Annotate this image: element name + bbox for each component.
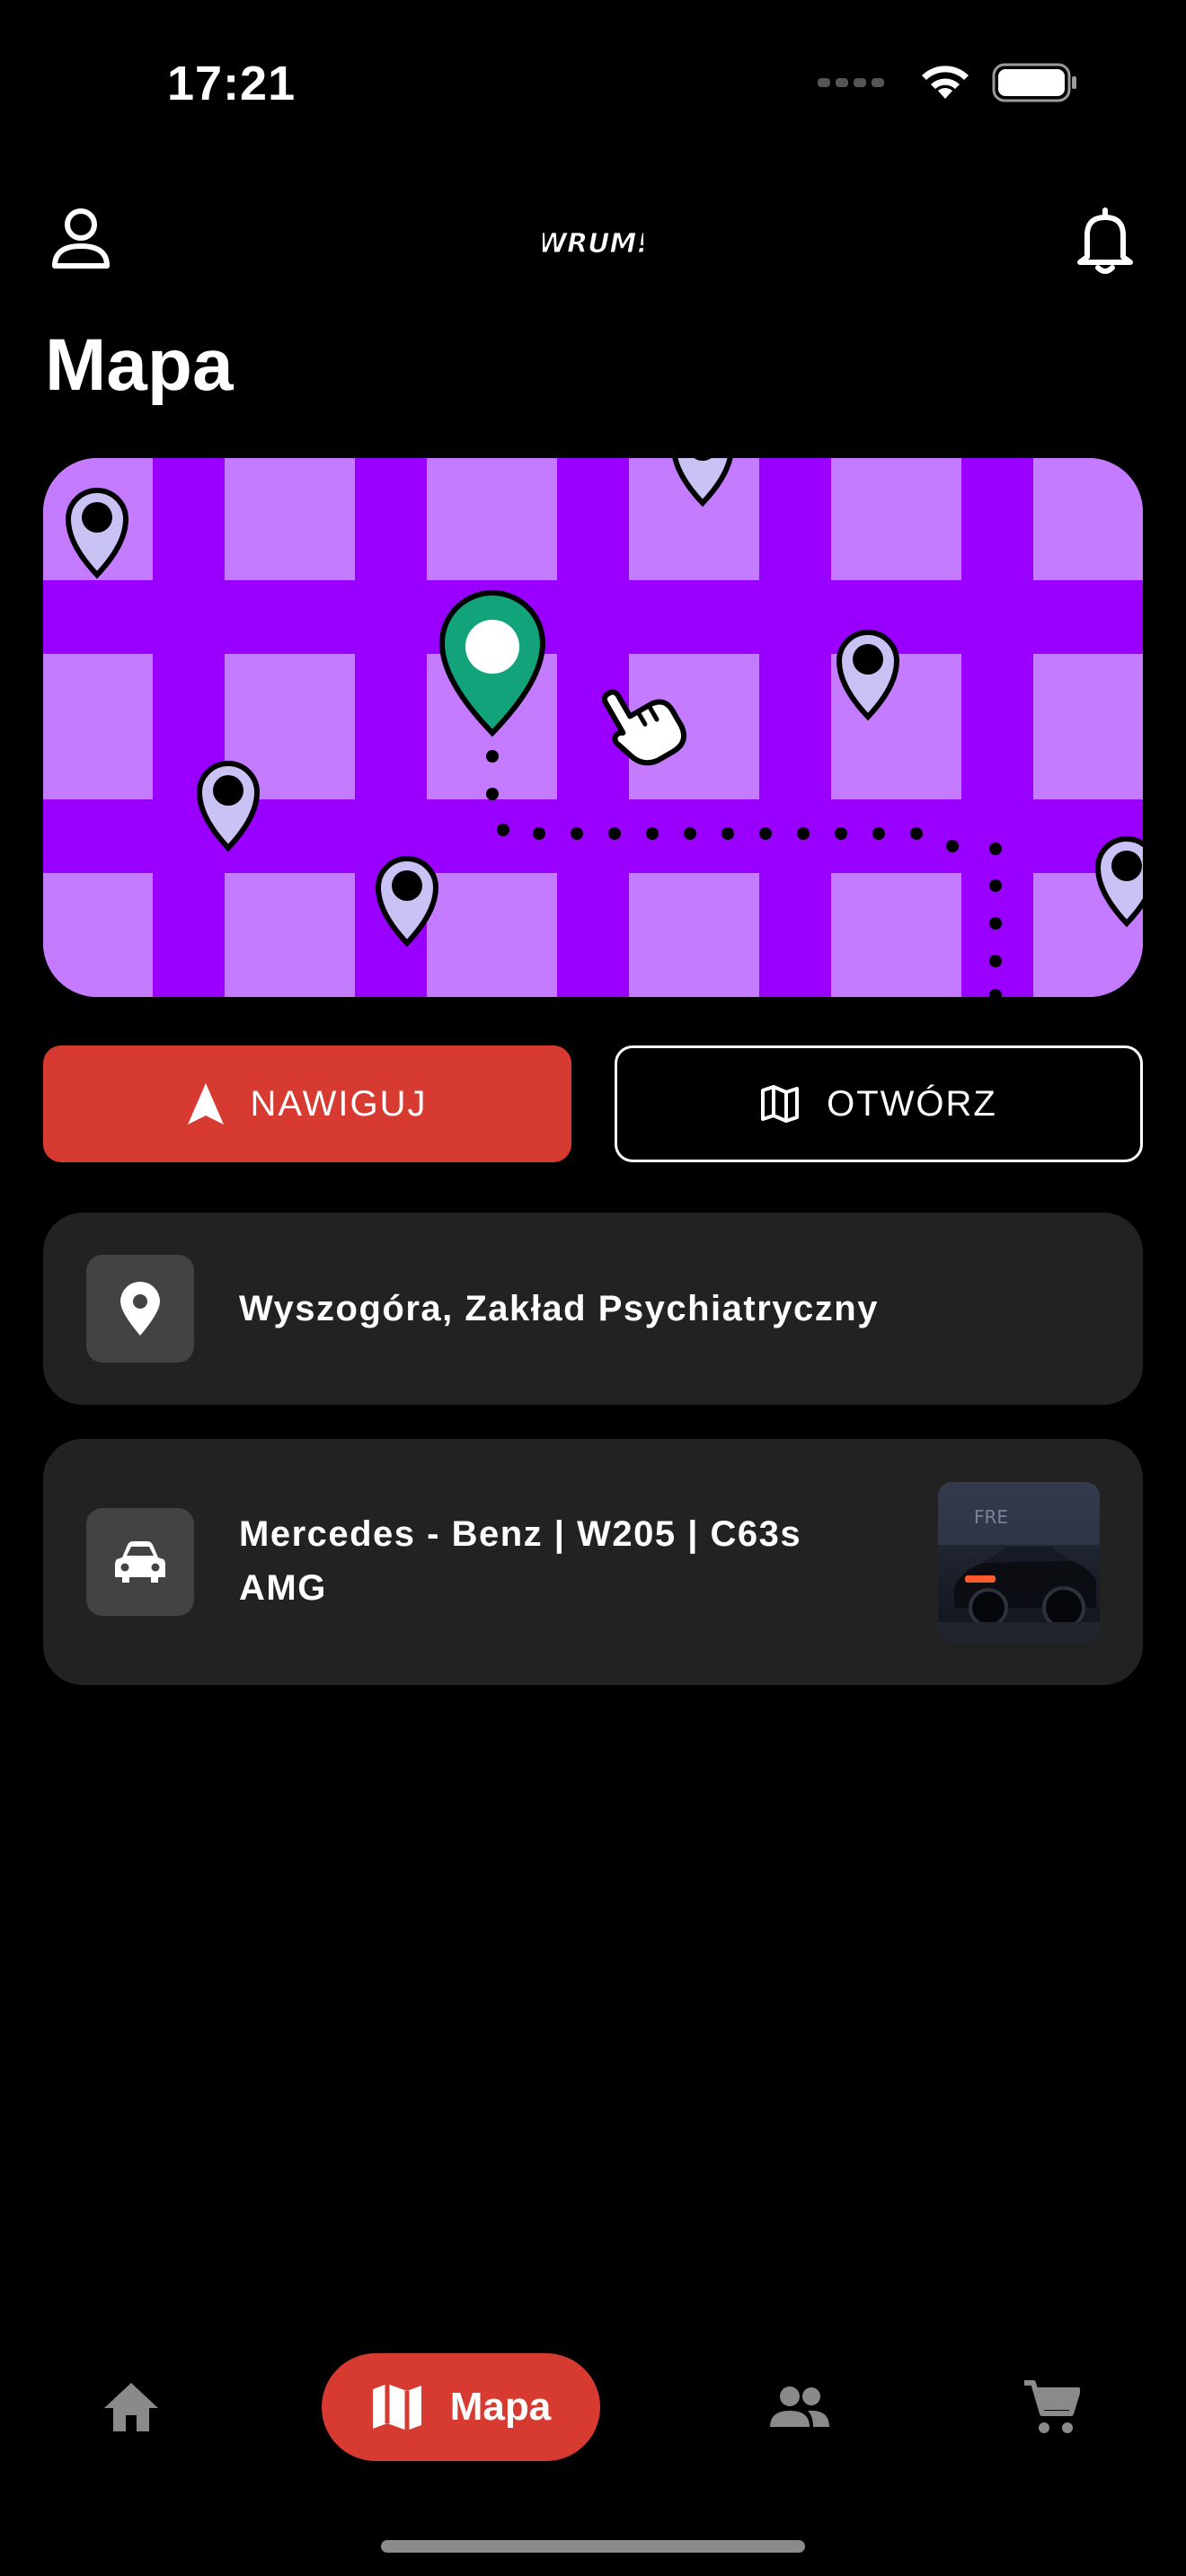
nav-map-label: Mapa — [449, 2385, 552, 2429]
home-indicator[interactable] — [381, 2540, 805, 2553]
car-icon-box — [86, 1508, 194, 1616]
map-preview[interactable] — [43, 458, 1143, 997]
notifications-icon[interactable] — [1075, 207, 1136, 279]
svg-text:WRUM!: WRUM! — [543, 228, 643, 260]
car-icon — [115, 1541, 165, 1583]
svg-text:FRE: FRE — [974, 1506, 1008, 1528]
bottom-navigation: Mapa — [0, 2353, 1186, 2461]
navigate-button[interactable]: NAWIGUJ — [43, 1045, 571, 1162]
navigate-button-label: NAWIGUJ — [250, 1083, 428, 1124]
car-name-line1: Mercedes - Benz | W205 | C63s — [239, 1514, 802, 1554]
navigation-arrow-icon — [187, 1083, 224, 1125]
location-icon-box — [86, 1255, 194, 1363]
status-time: 17:21 — [167, 57, 296, 110]
location-name: Wyszogóra, Zakład Psychiatryczny — [239, 1289, 879, 1328]
cart-icon — [1024, 2380, 1080, 2433]
page-title: Mapa — [45, 324, 234, 406]
car-name-line2: AMG — [239, 1568, 327, 1608]
nav-community[interactable] — [746, 2353, 854, 2461]
profile-icon[interactable] — [50, 207, 111, 276]
signal-icon — [818, 78, 884, 87]
wifi-icon — [922, 66, 969, 99]
people-icon — [770, 2386, 829, 2427]
car-name: Mercedes - Benz | W205 | C63s AMG — [239, 1507, 801, 1615]
nav-shop[interactable] — [1006, 2353, 1096, 2461]
home-icon — [104, 2383, 158, 2431]
app-logo: WRUM! — [536, 223, 649, 264]
car-photo: FRE — [938, 1482, 1100, 1644]
open-map-button[interactable]: OTWÓRZ — [615, 1045, 1143, 1162]
battery-icon — [992, 63, 1076, 102]
nav-home[interactable] — [81, 2353, 181, 2461]
car-card[interactable]: Mercedes - Benz | W205 | C63s AMG FRE — [43, 1439, 1143, 1685]
nav-map[interactable]: Mapa — [322, 2353, 600, 2461]
map-screen: 17:21 WRUM! Mapa NAWIGUJ OTWÓRZ Wyszogór… — [0, 0, 1186, 2576]
open-map-button-label: OTWÓRZ — [827, 1083, 997, 1124]
location-pin-icon — [120, 1282, 160, 1336]
status-icons — [818, 63, 1078, 102]
map-outline-icon — [761, 1085, 800, 1123]
location-card[interactable]: Wyszogóra, Zakład Psychiatryczny — [43, 1213, 1143, 1405]
map-icon — [372, 2384, 421, 2430]
